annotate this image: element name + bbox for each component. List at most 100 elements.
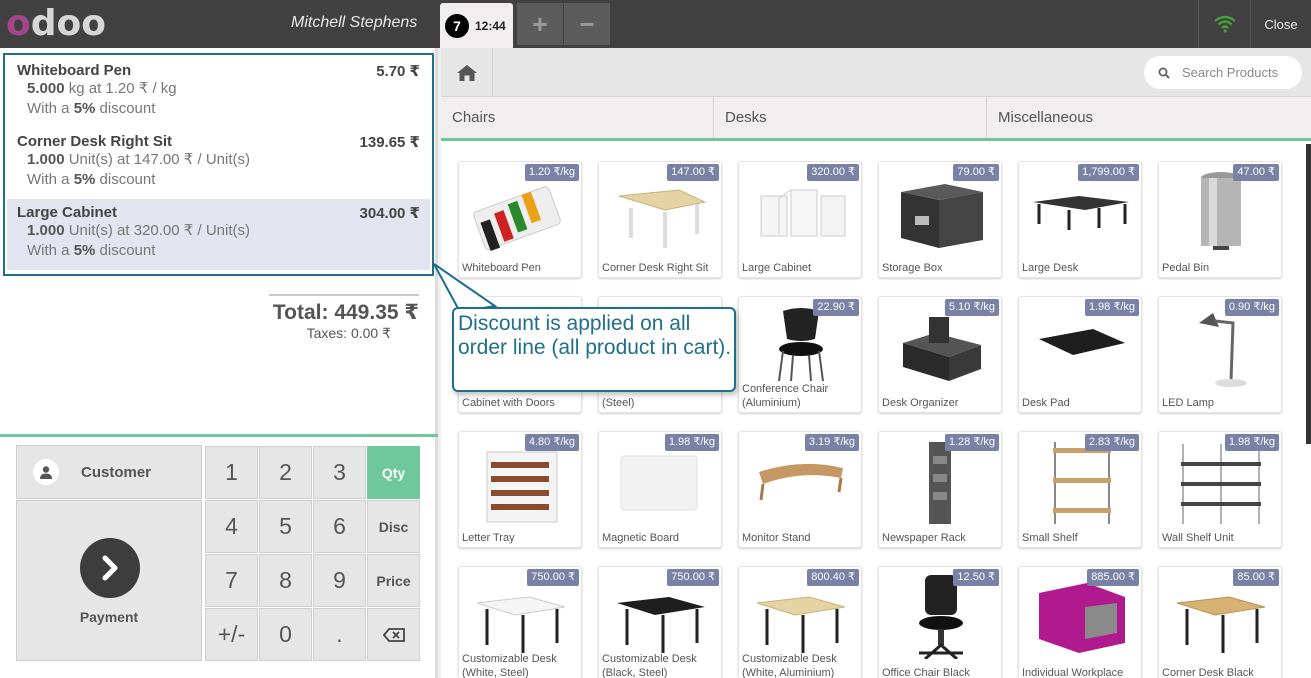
product-price: 800.40 ₹ <box>807 569 859 586</box>
cashier-name[interactable]: Mitchell Stephens <box>291 14 417 32</box>
search-icon <box>1158 67 1170 79</box>
product-name: Customizable Desk (White, Aluminium) <box>742 653 837 678</box>
product-card[interactable]: 885.00 ₹ Individual Workplace <box>1018 566 1142 678</box>
backspace-icon[interactable] <box>367 608 420 661</box>
product-price: 147.00 ₹ <box>667 164 719 181</box>
product-card[interactable]: 5.10 ₹/kg Desk Organizer <box>878 296 1002 413</box>
category-bar: Chairs Desks Miscellaneous <box>441 97 1311 141</box>
product-price: 1,799.00 ₹ <box>1078 164 1139 181</box>
product-name: Storage Box <box>882 262 943 274</box>
product-name: Monitor Stand <box>742 532 811 544</box>
product-card[interactable]: 1.28 ₹/kg Newspaper Rack <box>878 431 1002 548</box>
mode-price-button[interactable]: Price <box>367 554 420 607</box>
search-input[interactable]: Search Products <box>1144 56 1302 89</box>
odoo-logo: o doo <box>6 2 106 44</box>
line-price: 304.00 ₹ <box>359 205 420 222</box>
product-card[interactable]: 320.00 ₹ Large Cabinet <box>738 161 862 278</box>
line-price: 5.70 ₹ <box>376 63 420 80</box>
line-discount-info: With a 5% discount <box>27 242 156 259</box>
product-price: 22.90 ₹ <box>813 299 859 316</box>
product-card[interactable]: 800.40 ₹ Customizable Desk (White, Alumi… <box>738 566 862 678</box>
numpad-key-2[interactable]: 2 <box>259 446 312 499</box>
product-list: 1.20 ₹/kg Whiteboard Pen 147.00 ₹ Corner… <box>441 144 1304 678</box>
numpad-key-5[interactable]: 5 <box>259 500 312 553</box>
product-card[interactable]: 1.98 ₹/kg Desk Pad <box>1018 296 1142 413</box>
line-discount-info: With a 5% discount <box>27 100 156 117</box>
numpad-key-decimal[interactable]: . <box>313 608 366 661</box>
wifi-icon[interactable] <box>1198 0 1250 48</box>
numpad-key-7[interactable]: 7 <box>205 554 258 607</box>
product-card[interactable]: 1.20 ₹/kg Whiteboard Pen <box>458 161 582 278</box>
line-price: 139.65 ₹ <box>359 134 420 151</box>
product-name: Corner Desk Black <box>1162 667 1254 678</box>
category-miscellaneous[interactable]: Miscellaneous <box>987 97 1311 138</box>
product-price: 12.50 ₹ <box>953 569 999 586</box>
new-order-button[interactable]: + <box>517 3 563 45</box>
line-quantity-info: 1.000 Unit(s) at 320.00 ₹ / Unit(s) <box>27 222 250 239</box>
mode-qty-button[interactable]: Qty <box>367 446 420 499</box>
product-name: Large Cabinet <box>742 262 812 274</box>
category-desks[interactable]: Desks <box>714 97 987 138</box>
product-name: Magnetic Board <box>602 532 680 544</box>
product-card[interactable]: 85.00 ₹ Corner Desk Black <box>1158 566 1282 678</box>
product-name: Customizable Desk (White, Steel) <box>462 653 557 678</box>
product-price: 47.00 ₹ <box>1233 164 1279 181</box>
product-card[interactable]: 147.00 ₹ Corner Desk Right Sit <box>598 161 722 278</box>
product-card[interactable]: 12.50 ₹ Office Chair Black <box>878 566 1002 678</box>
product-name: Customizable Desk (Black, Steel) <box>602 653 697 678</box>
product-card[interactable]: 4.80 ₹/kg Letter Tray <box>458 431 582 548</box>
category-chairs[interactable]: Chairs <box>441 97 714 138</box>
product-card[interactable]: 47.00 ₹ Pedal Bin <box>1158 161 1282 278</box>
numpad-key-0[interactable]: 0 <box>259 608 312 661</box>
line-discount-info: With a 5% discount <box>27 171 156 188</box>
product-name: Corner Desk Right Sit <box>602 262 709 274</box>
numpad-key-8[interactable]: 8 <box>259 554 312 607</box>
order-number-badge: 7 <box>445 13 469 38</box>
product-card[interactable]: 750.00 ₹ Customizable Desk (Black, Steel… <box>598 566 722 678</box>
product-name: Pedal Bin <box>1162 262 1210 274</box>
product-price: 4.80 ₹/kg <box>524 434 579 451</box>
numpad-key-3[interactable]: 3 <box>313 446 366 499</box>
home-icon[interactable] <box>441 48 493 97</box>
breadcrumb-bar: Search Products <box>441 48 1311 97</box>
mode-disc-button[interactable]: Disc <box>367 500 420 553</box>
product-name: Individual Workplace <box>1022 667 1124 678</box>
product-card[interactable]: 1.98 ₹/kg Wall Shelf Unit <box>1158 431 1282 548</box>
product-price: 79.00 ₹ <box>953 164 999 181</box>
order-time: 12:44 <box>475 18 506 33</box>
delete-order-button[interactable]: − <box>564 3 610 45</box>
numpad-key-plus-minus[interactable]: +/- <box>205 608 258 661</box>
order-total: Total: 449.35 ₹ <box>268 294 419 325</box>
product-name: (Steel) <box>602 397 635 409</box>
product-card[interactable]: 3.19 ₹/kg Monitor Stand <box>738 431 862 548</box>
product-card[interactable]: 79.00 ₹ Storage Box <box>878 161 1002 278</box>
numpad-key-4[interactable]: 4 <box>205 500 258 553</box>
product-list-scrollbar[interactable] <box>1306 144 1311 444</box>
search-placeholder: Search Products <box>1182 65 1279 80</box>
product-card[interactable]: 1.98 ₹/kg Magnetic Board <box>598 431 722 548</box>
numpad-key-6[interactable]: 6 <box>313 500 366 553</box>
order-summary: Total: 449.35 ₹ Taxes: 0.00 ₹ <box>268 294 419 342</box>
order-line[interactable]: Corner Desk Right Sit 139.65 ₹ 1.000 Uni… <box>7 128 430 199</box>
product-card[interactable]: 750.00 ₹ Customizable Desk (White, Steel… <box>458 566 582 678</box>
payment-button[interactable]: Payment <box>16 500 202 661</box>
product-name: Office Chair Black <box>882 667 970 678</box>
product-card[interactable]: 0.90 ₹/kg LED Lamp <box>1158 296 1282 413</box>
product-name: Wall Shelf Unit <box>1162 532 1234 544</box>
product-card[interactable]: 22.90 ₹ Conference Chair (Aluminium) <box>738 296 862 413</box>
close-button[interactable]: Close <box>1250 0 1311 48</box>
product-name: LED Lamp <box>1162 397 1214 409</box>
order-line[interactable]: Whiteboard Pen 5.70 ₹ 5.000 kg at 1.20 ₹… <box>7 57 430 128</box>
customer-label: Customer <box>81 463 152 481</box>
product-price: 0.90 ₹/kg <box>1224 299 1279 316</box>
product-card[interactable]: 1,799.00 ₹ Large Desk <box>1018 161 1142 278</box>
product-card[interactable]: 2.83 ₹/kg Small Shelf <box>1018 431 1142 548</box>
customer-button[interactable]: Customer <box>16 445 202 499</box>
order-line-selected[interactable]: Large Cabinet 304.00 ₹ 1.000 Unit(s) at … <box>7 199 430 270</box>
product-price: 750.00 ₹ <box>667 569 719 586</box>
numpad-key-1[interactable]: 1 <box>205 446 258 499</box>
numpad-key-9[interactable]: 9 <box>313 554 366 607</box>
product-name: Letter Tray <box>462 532 515 544</box>
product-price: 2.83 ₹/kg <box>1084 434 1139 451</box>
order-tab[interactable]: 7 12:44 <box>440 3 513 48</box>
